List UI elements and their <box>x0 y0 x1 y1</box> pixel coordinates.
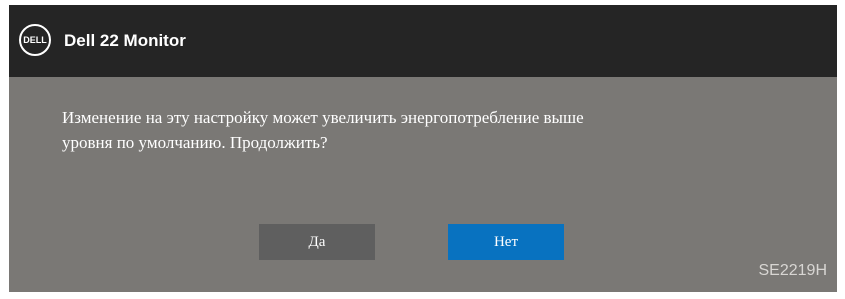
title-bar: DELL Dell 22 Monitor <box>9 5 837 77</box>
message-line-1: Изменение на эту настройку может увеличи… <box>62 108 584 127</box>
yes-button[interactable]: Да <box>259 224 375 260</box>
monitor-osd-dialog: DELL Dell 22 Monitor Изменение на эту на… <box>9 5 837 292</box>
dell-logo-icon: DELL <box>19 24 51 56</box>
logo-text: DELL <box>23 35 47 45</box>
monitor-title: Dell 22 Monitor <box>64 31 186 50</box>
no-button[interactable]: Нет <box>448 224 564 260</box>
model-name: SE2219H <box>758 262 828 279</box>
message-line-2: уровня по умолчанию. Продолжить? <box>62 133 328 152</box>
confirmation-message: Изменение на эту настройку может увеличи… <box>62 105 722 155</box>
